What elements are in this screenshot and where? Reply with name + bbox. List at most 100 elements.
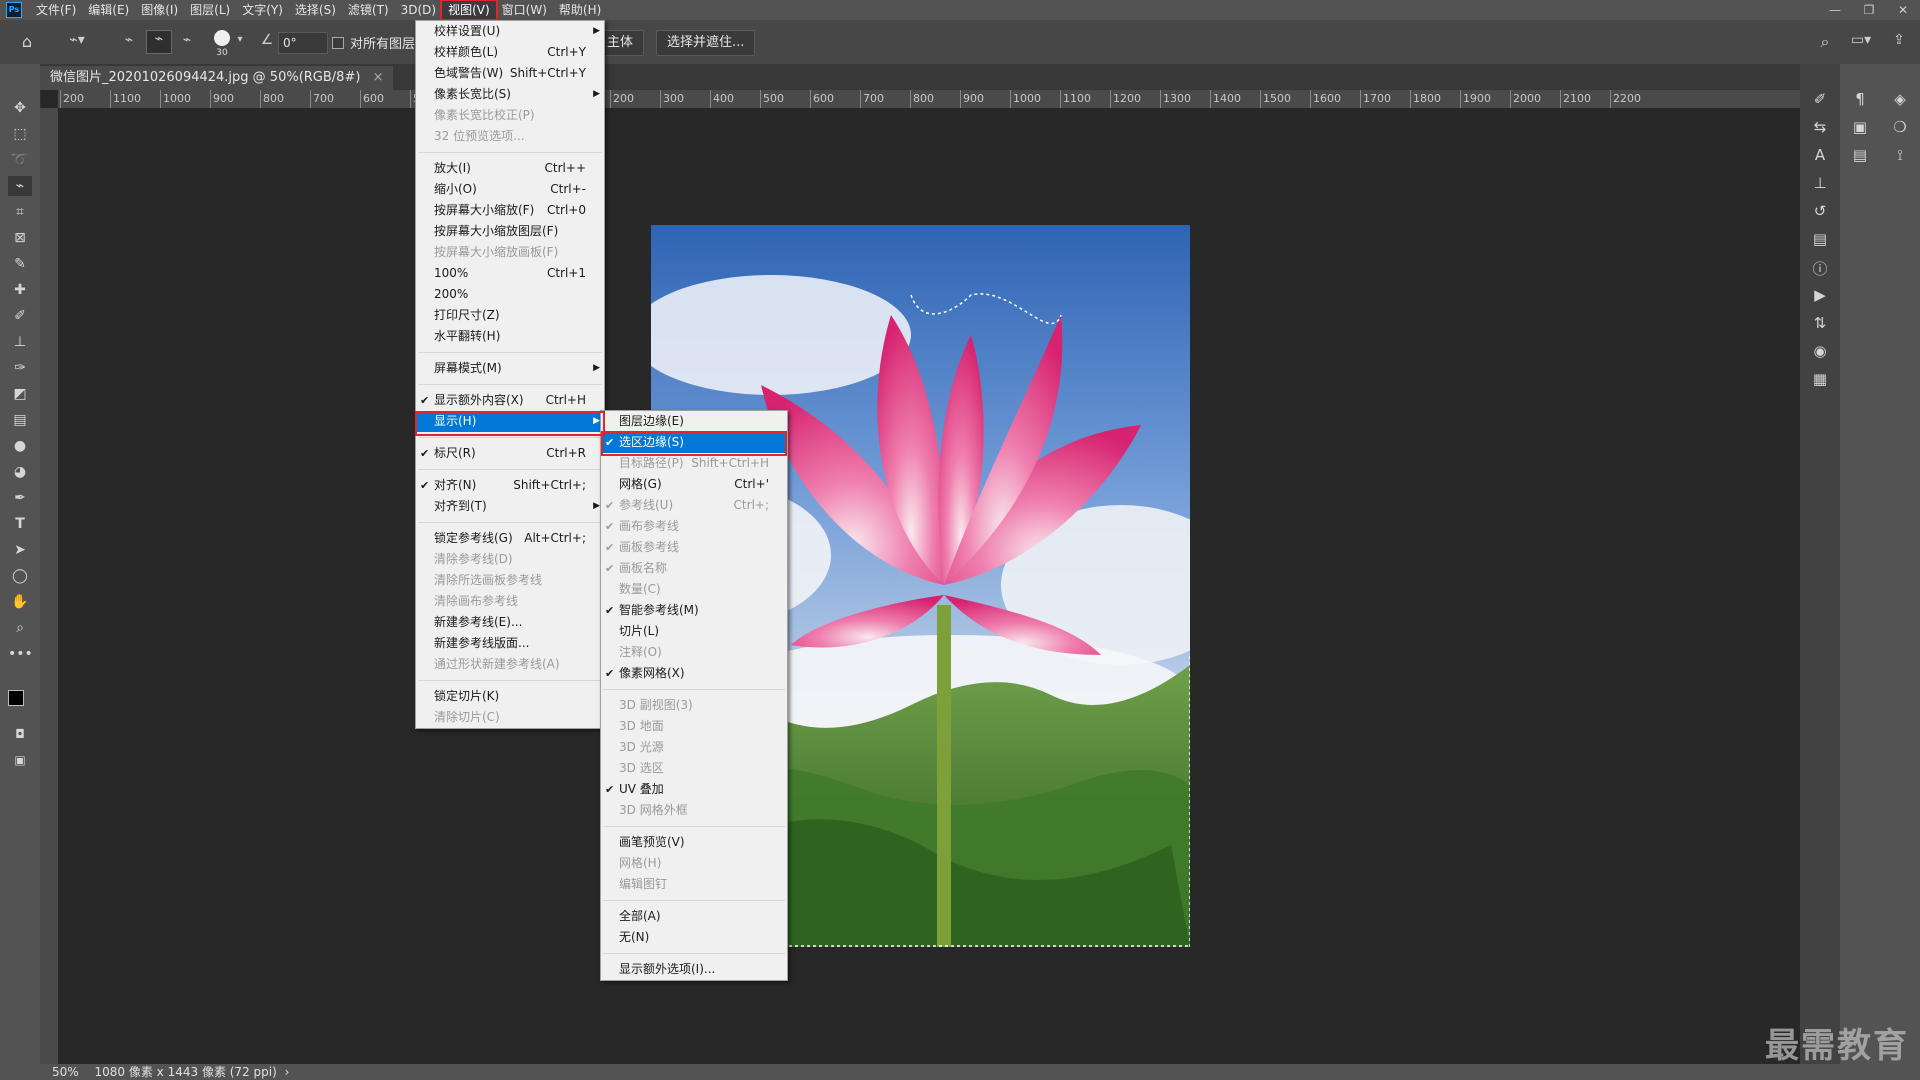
menu-item[interactable]: 画笔预览(V) [601, 832, 787, 853]
chevron-down-icon[interactable]: ▾ [234, 34, 246, 45]
history-icon[interactable]: ↺ [1808, 202, 1832, 220]
menu-item[interactable]: 无(N) [601, 927, 787, 948]
menu-item[interactable]: 放大(I) Ctrl++ [416, 158, 604, 179]
menu-item[interactable]: 图层边缘(E) [601, 411, 787, 432]
eyedropper-tool-icon[interactable]: ✎ [8, 254, 32, 274]
pen-tool-icon[interactable]: ✒ [8, 488, 32, 508]
menu-item[interactable]: 缩小(O) Ctrl+- [416, 179, 604, 200]
document-info[interactable]: 1080 像素 x 1443 像素 (72 ppi) [95, 1065, 277, 1079]
properties-icon[interactable]: ▤ [1808, 230, 1832, 248]
healing-tool-icon[interactable]: ✚ [8, 280, 32, 300]
quick-mask-icon[interactable]: ◘ [8, 724, 32, 744]
horizontal-ruler[interactable]: 2001100100090080070060050000100200300400… [58, 90, 1800, 108]
menu-4[interactable]: 文字(Y) [236, 1, 289, 19]
menu-item[interactable]: 水平翻转(H) [416, 326, 604, 347]
menu-item[interactable]: 显示(H) ▶ [416, 411, 604, 432]
subtract-selection-icon[interactable]: ⌁ [176, 32, 198, 48]
info-icon[interactable]: ⓘ [1808, 258, 1832, 279]
3d-icon[interactable]: ◉ [1808, 342, 1832, 360]
menu-item[interactable]: 网格(G) Ctrl+' [601, 474, 787, 495]
character-icon[interactable]: A [1808, 146, 1832, 164]
menu-item[interactable]: 全部(A) [601, 906, 787, 927]
brush-tip-icon[interactable] [214, 30, 230, 46]
menu-item[interactable]: 校样设置(U) ▶ [416, 21, 604, 42]
menu-item[interactable]: 按屏幕大小缩放图层(F) [416, 221, 604, 242]
type-tool-icon[interactable]: T [8, 514, 32, 534]
vertical-ruler[interactable] [40, 108, 58, 1064]
menu-item[interactable]: 锁定参考线(G) Alt+Ctrl+; [416, 528, 604, 549]
marquee-tool-icon[interactable]: ⬚ [8, 124, 32, 144]
menu-item[interactable]: ✔ 智能参考线(M) [601, 600, 787, 621]
menu-item[interactable]: 锁定切片(K) [416, 686, 604, 707]
brush-settings-icon[interactable]: ✐ [1808, 90, 1832, 108]
workspace-icon[interactable]: ▭▾ [1846, 32, 1876, 48]
foreground-color-swatch[interactable] [8, 690, 24, 706]
zoom-tool-icon[interactable]: ⌕ [8, 618, 32, 638]
menu-item[interactable]: ✔ 标尺(R) Ctrl+R [416, 443, 604, 464]
new-selection-icon[interactable]: ⌁ [118, 32, 140, 48]
gradient-tool-icon[interactable]: ▤ [8, 410, 32, 430]
add-to-selection-icon[interactable]: ⌁ [146, 30, 172, 54]
home-icon[interactable]: ⌂ [14, 32, 40, 51]
menu-7[interactable]: 3D(D) [395, 1, 442, 19]
stamp-tool-icon[interactable]: ⊥ [8, 332, 32, 352]
menu-item[interactable]: ✔ UV 叠加 [601, 779, 787, 800]
menu-item[interactable]: 200% [416, 284, 604, 305]
frame-tool-icon[interactable]: ⊠ [8, 228, 32, 248]
menu-1[interactable]: 编辑(E) [82, 1, 135, 19]
angle-input[interactable]: 0° [278, 32, 328, 54]
sample-all-layers-checkbox[interactable] [332, 37, 344, 49]
table-icon[interactable]: ▦ [1808, 370, 1832, 388]
paragraph-icon[interactable]: ¶ [1848, 90, 1872, 108]
quick-selection-tool-icon[interactable]: ⌁ [8, 176, 32, 196]
blur-tool-icon[interactable]: ● [8, 436, 32, 456]
menu-item[interactable]: 100% Ctrl+1 [416, 263, 604, 284]
menu-item[interactable]: 校样颜色(L) Ctrl+Y [416, 42, 604, 63]
dodge-tool-icon[interactable]: ◕ [8, 462, 32, 482]
menu-item[interactable]: 按屏幕大小缩放(F) Ctrl+0 [416, 200, 604, 221]
document-tab[interactable]: 微信图片_20201026094424.jpg @ 50%(RGB/8#) × [40, 66, 394, 90]
crop-tool-icon[interactable]: ⌗ [8, 202, 32, 222]
select-and-mask-button[interactable]: 选择并遮住... [656, 30, 756, 56]
menu-item[interactable]: 新建参考线版面... [416, 633, 604, 654]
libraries-icon[interactable]: ▣ [1848, 118, 1872, 136]
zoom-level[interactable]: 50% [52, 1065, 79, 1079]
adjustments-icon[interactable]: ⇆ [1808, 118, 1832, 136]
menu-item[interactable]: ✔ 选区边缘(S) [601, 432, 787, 453]
channels-icon[interactable]: ❍ [1888, 118, 1912, 136]
menu-item[interactable]: 像素长宽比(S) ▶ [416, 84, 604, 105]
restore-icon[interactable]: ❐ [1852, 3, 1886, 17]
move-tool-icon[interactable]: ✥ [8, 98, 32, 118]
menu-item[interactable]: 打印尺寸(Z) [416, 305, 604, 326]
brush-tool-icon[interactable]: ✐ [8, 306, 32, 326]
hand-tool-icon[interactable]: ✋ [8, 592, 32, 612]
menu-5[interactable]: 选择(S) [289, 1, 342, 19]
lasso-tool-icon[interactable]: ➰ [8, 150, 32, 170]
layers-icon[interactable]: ◈ [1888, 90, 1912, 108]
history-brush-tool-icon[interactable]: ✑ [8, 358, 32, 378]
menu-item[interactable]: 切片(L) [601, 621, 787, 642]
menu-item[interactable]: 对齐到(T) ▶ [416, 496, 604, 517]
layer-comps-icon[interactable]: ⇅ [1808, 314, 1832, 332]
menu-2[interactable]: 图像(I) [135, 1, 184, 19]
minimize-icon[interactable]: — [1818, 3, 1852, 17]
menu-6[interactable]: 滤镜(T) [342, 1, 395, 19]
menu-item[interactable]: ✔ 像素网格(X) [601, 663, 787, 684]
notes-icon[interactable]: ▤ [1848, 146, 1872, 164]
ellipse-tool-icon[interactable]: ◯ [8, 566, 32, 586]
screen-mode-icon[interactable]: ▣ [8, 750, 32, 770]
eraser-tool-icon[interactable]: ◩ [8, 384, 32, 404]
close-tab-icon[interactable]: × [373, 70, 384, 85]
path-selection-tool-icon[interactable]: ➤ [8, 540, 32, 560]
menu-0[interactable]: 文件(F) [30, 1, 82, 19]
menu-3[interactable]: 图层(L) [184, 1, 236, 19]
actions-play-icon[interactable]: ▶ [1808, 286, 1832, 304]
close-window-icon[interactable]: ✕ [1886, 3, 1920, 17]
share-icon[interactable]: ⇪ [1888, 32, 1910, 48]
menu-10[interactable]: 帮助(H) [553, 1, 607, 19]
paths-icon[interactable]: ⟟ [1888, 146, 1912, 164]
chevron-right-icon[interactable]: › [285, 1065, 290, 1079]
menu-item[interactable]: ✔ 对齐(N) Shift+Ctrl+; [416, 475, 604, 496]
menu-9[interactable]: 窗口(W) [496, 1, 553, 19]
menu-item[interactable]: 屏幕模式(M) ▶ [416, 358, 604, 379]
